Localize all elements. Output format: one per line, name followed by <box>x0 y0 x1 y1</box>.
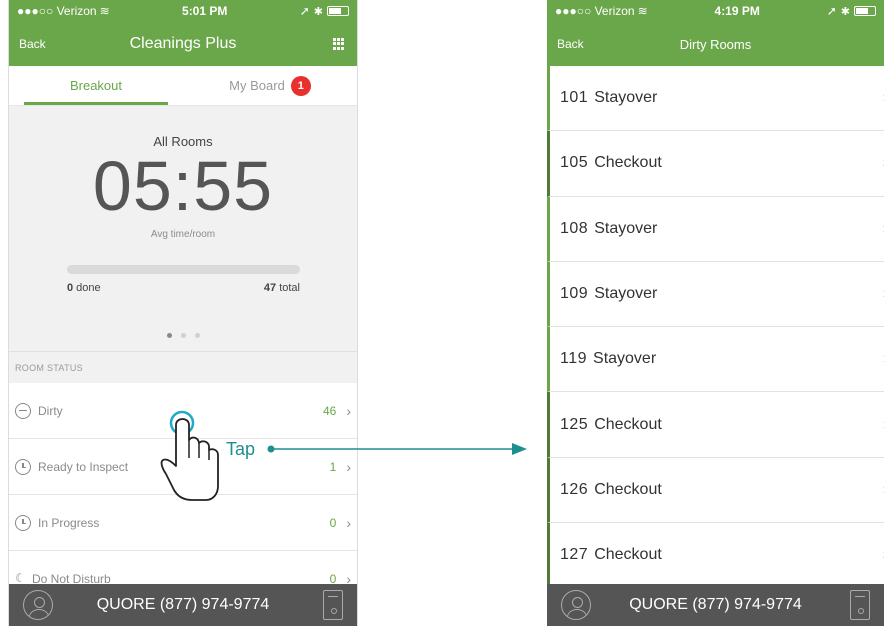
page-dot[interactable] <box>194 333 200 338</box>
footer-bar: QUORE (877) 974-9774 <box>547 584 884 626</box>
list-item[interactable]: 126 Checkout › <box>547 457 884 524</box>
status-count: 46 <box>322 403 337 418</box>
room-type: Checkout <box>594 546 662 564</box>
status-bar: ●●●○○ Verizon ≋ 5:01 PM ➚ ✱ <box>9 0 357 22</box>
room-number: 125 <box>560 415 589 433</box>
bluetooth-icon: ✱ <box>840 5 850 18</box>
notification-badge: 1 <box>290 75 311 96</box>
status-count: 1 <box>329 459 337 474</box>
top-bar: ●●●○○ Verizon ≋ 5:01 PM ➚ ✱ Back Cleanin… <box>9 0 357 66</box>
avg-time-value: 05:55 <box>92 147 274 225</box>
total-count-label: 47 total <box>264 282 300 294</box>
tap-annotation-label: Tap <box>226 439 256 459</box>
room-type: Checkout <box>594 415 662 433</box>
page-indicator[interactable] <box>9 333 357 338</box>
timer-icon <box>15 514 31 531</box>
status-label: Dirty <box>38 403 63 418</box>
room-type: Stayover <box>594 285 658 303</box>
room-number: 127 <box>560 546 589 564</box>
carrier-label: ●●●○○ Verizon <box>17 4 97 18</box>
room-type: Checkout <box>594 480 662 498</box>
location-arrow-icon: ➚ <box>299 4 310 18</box>
tab-my-board-label: My Board <box>229 78 285 93</box>
status-label: In Progress <box>38 515 100 530</box>
grid-menu-icon[interactable] <box>333 38 345 50</box>
door-icon[interactable] <box>323 590 343 620</box>
list-item[interactable]: 101 Stayover › <box>547 66 884 132</box>
battery-icon <box>327 6 349 16</box>
page-dot[interactable] <box>166 333 172 338</box>
avatar-icon[interactable] <box>23 590 53 620</box>
room-number: 101 <box>560 89 589 107</box>
tab-breakout[interactable]: Breakout <box>9 66 183 105</box>
total-count: 47 <box>263 282 277 294</box>
status-count: 0 <box>329 515 337 530</box>
top-bar: ●●●○○ Verizon ≋ 4:19 PM ➚ ✱ Back Dirty R… <box>547 0 884 66</box>
room-number: 105 <box>560 154 589 172</box>
status-row-in-progress[interactable]: In Progress 0 › <box>9 495 357 551</box>
footer-phone[interactable]: QUORE (877) 974-9774 <box>97 596 270 614</box>
room-type: Stayover <box>594 89 658 107</box>
chevron-right-icon: › <box>346 458 351 475</box>
wifi-icon: ≋ <box>637 4 648 18</box>
battery-icon <box>854 6 876 16</box>
list-item[interactable]: 108 Stayover › <box>547 196 884 262</box>
room-status-list: Dirty 46 › Ready to Inspect 1 › In Progr… <box>9 383 357 607</box>
minus-circle-icon <box>15 402 31 419</box>
breakout-panel[interactable]: All Rooms 05:55 Avg time/room 0 done 47 … <box>9 106 357 351</box>
room-type: Checkout <box>594 154 662 172</box>
status-time: 5:01 PM <box>182 4 228 18</box>
tab-my-board[interactable]: My Board 1 <box>183 66 357 105</box>
page-title: Cleanings Plus <box>129 35 237 52</box>
bluetooth-icon: ✱ <box>313 5 323 18</box>
progress-labels: 0 done 47 total <box>67 282 300 294</box>
right-phone-screen: ●●●○○ Verizon ≋ 4:19 PM ➚ ✱ Back Dirty R… <box>547 0 884 626</box>
status-label: Ready to Inspect <box>38 459 129 474</box>
list-item[interactable]: 109 Stayover › <box>547 261 884 328</box>
avatar-icon[interactable] <box>561 590 591 620</box>
done-count-label: 0 done <box>67 282 101 294</box>
section-header: ROOM STATUS <box>9 351 357 383</box>
wifi-icon: ≋ <box>99 4 110 18</box>
clock-icon <box>15 458 31 475</box>
room-type: Stayover <box>593 350 657 368</box>
footer-bar: QUORE (877) 974-9774 <box>9 584 357 626</box>
chevron-right-icon: › <box>346 514 351 531</box>
carrier-label: ●●●○○ Verizon <box>555 4 635 18</box>
list-item[interactable]: 119 Stayover › <box>547 327 884 393</box>
door-icon[interactable] <box>850 590 870 620</box>
status-row-ready-to-inspect[interactable]: Ready to Inspect 1 › <box>9 439 357 495</box>
room-number: 126 <box>560 480 589 498</box>
back-button[interactable]: Back <box>19 37 46 51</box>
status-bar: ●●●○○ Verizon ≋ 4:19 PM ➚ ✱ <box>547 0 884 22</box>
list-item[interactable]: 127 Checkout › <box>547 523 884 589</box>
nav-bar: Back Cleanings Plus <box>9 22 357 66</box>
tab-bar: Breakout My Board 1 <box>9 66 357 106</box>
progress-bar <box>67 265 300 274</box>
avg-time-label: Avg time/room <box>150 229 216 240</box>
location-arrow-icon: ➚ <box>826 4 837 18</box>
list-item[interactable]: 125 Checkout › <box>547 392 884 458</box>
chevron-right-icon: › <box>346 402 351 419</box>
status-time: 4:19 PM <box>714 4 760 18</box>
room-type: Stayover <box>594 219 658 237</box>
page-dot[interactable] <box>180 333 186 338</box>
room-number: 109 <box>560 285 589 303</box>
room-number: 108 <box>560 219 589 237</box>
left-phone-screen: ●●●○○ Verizon ≋ 5:01 PM ➚ ✱ Back Cleanin… <box>8 0 358 626</box>
room-number: 119 <box>560 350 588 368</box>
done-text: done <box>73 282 101 294</box>
total-text: total <box>276 282 300 294</box>
status-row-dirty[interactable]: Dirty 46 › <box>9 383 357 439</box>
dirty-room-list: 101 Stayover › 105 Checkout › 108 Stayov… <box>547 66 884 589</box>
page-title: Dirty Rooms <box>679 36 752 52</box>
footer-phone[interactable]: QUORE (877) 974-9774 <box>629 596 802 614</box>
nav-bar: Back Dirty Rooms <box>547 22 884 66</box>
list-item[interactable]: 105 Checkout › <box>547 131 884 197</box>
tab-breakout-label: Breakout <box>69 78 123 93</box>
back-button[interactable]: Back <box>557 37 584 51</box>
